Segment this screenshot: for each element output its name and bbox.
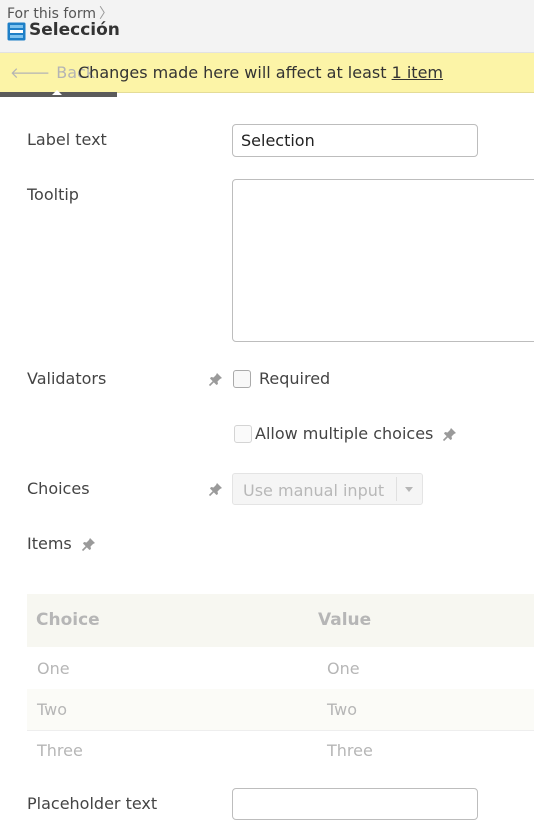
allow-multiple-checkbox[interactable] bbox=[234, 425, 252, 443]
allow-multiple-label: Allow multiple choices bbox=[255, 424, 434, 443]
choice-cell: One bbox=[37, 659, 70, 678]
table-row: One One bbox=[27, 648, 534, 690]
pin-icon[interactable] bbox=[208, 371, 224, 387]
warning-text: Changes made here will affect at least bbox=[78, 63, 387, 82]
items-table-header: Choice Value bbox=[27, 594, 534, 647]
tooltip-label: Tooltip bbox=[27, 185, 79, 204]
choices-label: Choices bbox=[27, 479, 90, 498]
form-field-icon bbox=[7, 22, 26, 41]
placeholder-text-input[interactable] bbox=[232, 788, 478, 820]
choices-selected-value: Use manual input bbox=[243, 481, 385, 500]
pin-icon[interactable] bbox=[208, 481, 224, 497]
validators-label: Validators bbox=[27, 369, 107, 388]
choice-cell: Two bbox=[37, 700, 67, 719]
column-header-value: Value bbox=[318, 610, 372, 630]
required-label: Required bbox=[259, 369, 331, 388]
label-text-value: Selection bbox=[241, 131, 315, 150]
tab-notch bbox=[52, 90, 62, 95]
label-text-label: Label text bbox=[27, 130, 107, 149]
table-row: Two Two bbox=[27, 689, 534, 731]
placeholder-text-label: Placeholder text bbox=[27, 794, 158, 813]
items-label: Items bbox=[27, 534, 72, 553]
header-bar: For this form 〉 Selección bbox=[0, 0, 534, 53]
tooltip-textarea[interactable] bbox=[232, 179, 534, 342]
label-text-input[interactable]: Selection bbox=[232, 124, 478, 157]
back-arrow-icon: 🡐 bbox=[10, 64, 51, 82]
affected-items-link[interactable]: 1 item bbox=[392, 63, 443, 82]
page-title: Selección bbox=[29, 20, 120, 40]
value-cell: Three bbox=[327, 741, 373, 760]
choice-cell: Three bbox=[37, 741, 83, 760]
table-row: Three Three bbox=[27, 730, 534, 771]
pin-icon[interactable] bbox=[442, 426, 458, 442]
column-header-choice: Choice bbox=[36, 610, 100, 630]
warning-bar: 🡐 Back Changes made here will affect at l… bbox=[0, 53, 534, 93]
choices-select[interactable]: Use manual input bbox=[232, 473, 423, 505]
value-cell: Two bbox=[327, 700, 357, 719]
value-cell: One bbox=[327, 659, 360, 678]
select-separator bbox=[396, 477, 397, 501]
caret-down-icon bbox=[405, 487, 413, 492]
pin-icon[interactable] bbox=[81, 536, 97, 552]
warning-message: Changes made here will affect at least 1… bbox=[78, 63, 443, 82]
required-checkbox[interactable] bbox=[233, 370, 251, 388]
